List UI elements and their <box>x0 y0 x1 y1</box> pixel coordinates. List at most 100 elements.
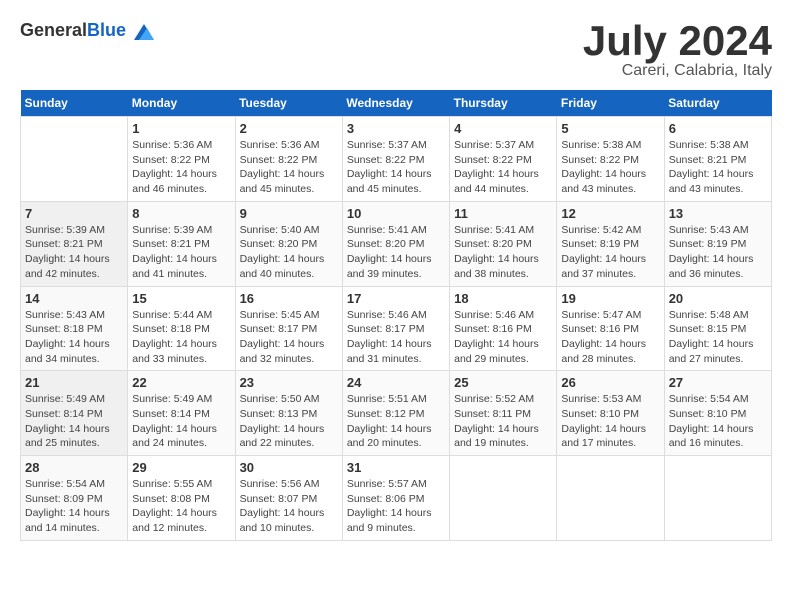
day-cell: 19 Sunrise: 5:47 AM Sunset: 8:16 PM Dayli… <box>557 286 664 371</box>
day-info: Sunrise: 5:37 AM Sunset: 8:22 PM Dayligh… <box>454 138 552 197</box>
day-cell: 4 Sunrise: 5:37 AM Sunset: 8:22 PM Daylig… <box>450 117 557 202</box>
day-number: 24 <box>347 375 445 390</box>
day-cell: 18 Sunrise: 5:46 AM Sunset: 8:16 PM Dayli… <box>450 286 557 371</box>
week-row-1: 1Sunrise: 5:36 AM Sunset: 8:22 PM Daylig… <box>21 117 772 202</box>
day-cell: 29 Sunrise: 5:55 AM Sunset: 8:08 PM Dayli… <box>128 456 235 541</box>
day-number: 14 <box>25 291 123 306</box>
day-number: 7 <box>25 206 123 221</box>
day-info: Sunrise: 5:37 AM Sunset: 8:22 PM Dayligh… <box>347 138 445 197</box>
day-number: 21 <box>25 375 123 390</box>
day-cell: 10Sunrise: 5:41 AM Sunset: 8:20 PM Dayli… <box>342 201 449 286</box>
day-cell: 3 Sunrise: 5:37 AM Sunset: 8:22 PM Daylig… <box>342 117 449 202</box>
week-row-5: 28 Sunrise: 5:54 AM Sunset: 8:09 PM Dayli… <box>21 456 772 541</box>
day-info: Sunrise: 5:43 AM Sunset: 8:18 PM Dayligh… <box>25 308 123 367</box>
day-info: Sunrise: 5:56 AM Sunset: 8:07 PM Dayligh… <box>240 477 338 536</box>
logo-blue-text: Blue <box>87 20 126 40</box>
day-cell: 17 Sunrise: 5:46 AM Sunset: 8:17 PM Dayli… <box>342 286 449 371</box>
day-number: 8 <box>132 206 230 221</box>
day-number: 18 <box>454 291 552 306</box>
day-cell: 23 Sunrise: 5:50 AM Sunset: 8:13 PM Dayli… <box>235 371 342 456</box>
day-info: Sunrise: 5:49 AM Sunset: 8:14 PM Dayligh… <box>25 392 123 451</box>
day-cell <box>557 456 664 541</box>
day-number: 26 <box>561 375 659 390</box>
month-title: July 2024 <box>583 20 772 62</box>
day-cell: 21 Sunrise: 5:49 AM Sunset: 8:14 PM Dayli… <box>21 371 128 456</box>
day-number: 15 <box>132 291 230 306</box>
day-cell: 24Sunrise: 5:51 AM Sunset: 8:12 PM Dayli… <box>342 371 449 456</box>
day-cell <box>450 456 557 541</box>
day-info: Sunrise: 5:42 AM Sunset: 8:19 PM Dayligh… <box>561 223 659 282</box>
day-info: Sunrise: 5:46 AM Sunset: 8:17 PM Dayligh… <box>347 308 445 367</box>
day-cell: 27 Sunrise: 5:54 AM Sunset: 8:10 PM Dayli… <box>664 371 771 456</box>
day-info: Sunrise: 5:46 AM Sunset: 8:16 PM Dayligh… <box>454 308 552 367</box>
day-number: 2 <box>240 121 338 136</box>
day-number: 6 <box>669 121 767 136</box>
day-cell: 9 Sunrise: 5:40 AM Sunset: 8:20 PM Daylig… <box>235 201 342 286</box>
day-info: Sunrise: 5:47 AM Sunset: 8:16 PM Dayligh… <box>561 308 659 367</box>
weekday-row: SundayMondayTuesdayWednesdayThursdayFrid… <box>21 90 772 117</box>
day-cell: 5Sunrise: 5:38 AM Sunset: 8:22 PM Daylig… <box>557 117 664 202</box>
day-info: Sunrise: 5:54 AM Sunset: 8:09 PM Dayligh… <box>25 477 123 536</box>
day-cell: 28 Sunrise: 5:54 AM Sunset: 8:09 PM Dayli… <box>21 456 128 541</box>
day-number: 28 <box>25 460 123 475</box>
day-info: Sunrise: 5:45 AM Sunset: 8:17 PM Dayligh… <box>240 308 338 367</box>
logo: GeneralBlue <box>20 20 154 41</box>
logo-icon <box>134 24 154 40</box>
day-number: 19 <box>561 291 659 306</box>
day-cell: 11 Sunrise: 5:41 AM Sunset: 8:20 PM Dayli… <box>450 201 557 286</box>
day-info: Sunrise: 5:43 AM Sunset: 8:19 PM Dayligh… <box>669 223 767 282</box>
day-cell: 12 Sunrise: 5:42 AM Sunset: 8:19 PM Dayli… <box>557 201 664 286</box>
day-info: Sunrise: 5:57 AM Sunset: 8:06 PM Dayligh… <box>347 477 445 536</box>
day-number: 12 <box>561 206 659 221</box>
day-info: Sunrise: 5:38 AM Sunset: 8:21 PM Dayligh… <box>669 138 767 197</box>
day-cell: 6 Sunrise: 5:38 AM Sunset: 8:21 PM Daylig… <box>664 117 771 202</box>
day-number: 3 <box>347 121 445 136</box>
day-number: 20 <box>669 291 767 306</box>
day-cell: 2 Sunrise: 5:36 AM Sunset: 8:22 PM Daylig… <box>235 117 342 202</box>
day-cell: 1Sunrise: 5:36 AM Sunset: 8:22 PM Daylig… <box>128 117 235 202</box>
day-info: Sunrise: 5:36 AM Sunset: 8:22 PM Dayligh… <box>132 138 230 197</box>
week-row-2: 7 Sunrise: 5:39 AM Sunset: 8:21 PM Daylig… <box>21 201 772 286</box>
calendar-table: SundayMondayTuesdayWednesdayThursdayFrid… <box>20 90 772 541</box>
day-info: Sunrise: 5:39 AM Sunset: 8:21 PM Dayligh… <box>132 223 230 282</box>
day-info: Sunrise: 5:40 AM Sunset: 8:20 PM Dayligh… <box>240 223 338 282</box>
day-info: Sunrise: 5:39 AM Sunset: 8:21 PM Dayligh… <box>25 223 123 282</box>
day-cell: 22Sunrise: 5:49 AM Sunset: 8:14 PM Dayli… <box>128 371 235 456</box>
day-cell: 20 Sunrise: 5:48 AM Sunset: 8:15 PM Dayli… <box>664 286 771 371</box>
day-number: 16 <box>240 291 338 306</box>
day-number: 11 <box>454 206 552 221</box>
day-info: Sunrise: 5:53 AM Sunset: 8:10 PM Dayligh… <box>561 392 659 451</box>
calendar-body: 1Sunrise: 5:36 AM Sunset: 8:22 PM Daylig… <box>21 117 772 541</box>
day-number: 9 <box>240 206 338 221</box>
day-number: 31 <box>347 460 445 475</box>
day-cell: 15Sunrise: 5:44 AM Sunset: 8:18 PM Dayli… <box>128 286 235 371</box>
day-cell: 30 Sunrise: 5:56 AM Sunset: 8:07 PM Dayli… <box>235 456 342 541</box>
day-number: 29 <box>132 460 230 475</box>
day-number: 4 <box>454 121 552 136</box>
weekday-header-saturday: Saturday <box>664 90 771 117</box>
day-info: Sunrise: 5:49 AM Sunset: 8:14 PM Dayligh… <box>132 392 230 451</box>
day-cell: 7 Sunrise: 5:39 AM Sunset: 8:21 PM Daylig… <box>21 201 128 286</box>
day-cell <box>664 456 771 541</box>
day-number: 27 <box>669 375 767 390</box>
day-cell: 16 Sunrise: 5:45 AM Sunset: 8:17 PM Dayli… <box>235 286 342 371</box>
day-info: Sunrise: 5:54 AM Sunset: 8:10 PM Dayligh… <box>669 392 767 451</box>
weekday-header-monday: Monday <box>128 90 235 117</box>
day-info: Sunrise: 5:48 AM Sunset: 8:15 PM Dayligh… <box>669 308 767 367</box>
day-number: 17 <box>347 291 445 306</box>
day-cell: 13Sunrise: 5:43 AM Sunset: 8:19 PM Dayli… <box>664 201 771 286</box>
day-number: 30 <box>240 460 338 475</box>
logo-general-text: General <box>20 20 87 40</box>
day-info: Sunrise: 5:41 AM Sunset: 8:20 PM Dayligh… <box>347 223 445 282</box>
day-info: Sunrise: 5:41 AM Sunset: 8:20 PM Dayligh… <box>454 223 552 282</box>
day-cell: 25Sunrise: 5:52 AM Sunset: 8:11 PM Dayli… <box>450 371 557 456</box>
weekday-header-sunday: Sunday <box>21 90 128 117</box>
weekday-header-tuesday: Tuesday <box>235 90 342 117</box>
day-info: Sunrise: 5:55 AM Sunset: 8:08 PM Dayligh… <box>132 477 230 536</box>
day-number: 23 <box>240 375 338 390</box>
week-row-4: 21 Sunrise: 5:49 AM Sunset: 8:14 PM Dayli… <box>21 371 772 456</box>
day-info: Sunrise: 5:50 AM Sunset: 8:13 PM Dayligh… <box>240 392 338 451</box>
day-number: 5 <box>561 121 659 136</box>
weekday-header-wednesday: Wednesday <box>342 90 449 117</box>
day-info: Sunrise: 5:36 AM Sunset: 8:22 PM Dayligh… <box>240 138 338 197</box>
